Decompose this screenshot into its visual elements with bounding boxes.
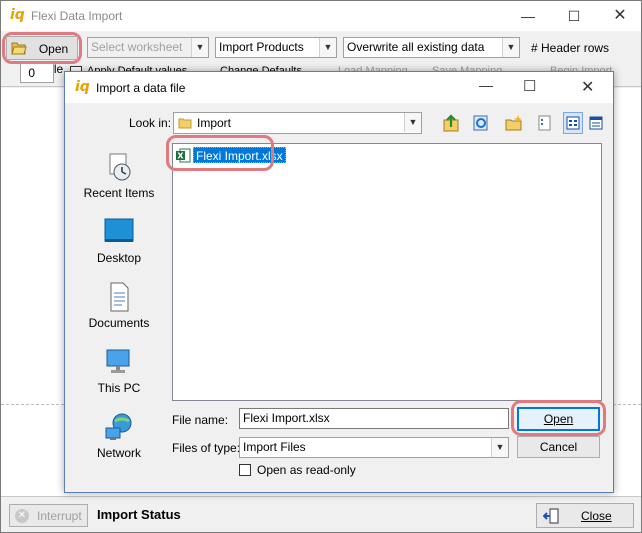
- look-in-label: Look in:: [129, 116, 172, 130]
- view-menu-icon[interactable]: [537, 114, 553, 132]
- import-type-value: Import Products: [219, 40, 304, 54]
- place-label: Network: [96, 446, 141, 460]
- chevron-down-icon: ▼: [491, 438, 508, 457]
- look-in-value: Import: [197, 116, 232, 130]
- app-title: Flexi Data Import: [31, 9, 123, 23]
- header-rows-spinner[interactable]: 0: [20, 63, 54, 83]
- exit-door-icon: [543, 508, 559, 524]
- places-bar: Recent Items Desktop Documents This PC N…: [80, 135, 158, 477]
- close-button[interactable]: Close: [536, 503, 634, 528]
- interrupt-label: Interrupt: [37, 509, 82, 523]
- place-label: Documents: [88, 316, 150, 330]
- place-label: This PC: [97, 381, 141, 395]
- recent-items-icon: [109, 153, 131, 181]
- new-folder-icon[interactable]: [505, 114, 523, 132]
- file-name-input-value: Flexi Import.xlsx: [243, 411, 330, 425]
- header-rows-value: 0: [28, 66, 35, 80]
- place-recent-items[interactable]: Recent Items: [80, 152, 158, 200]
- up-folder-icon[interactable]: [443, 114, 459, 132]
- file-type-select[interactable]: Import Files ▼: [239, 437, 509, 458]
- header-rows-label: # Header rows: [531, 41, 610, 55]
- import-mode-value: Overwrite all existing data: [347, 40, 485, 54]
- file-highlight: [166, 135, 274, 171]
- network-icon: [105, 413, 132, 440]
- chevron-down-icon: ▼: [404, 113, 421, 132]
- import-type-select[interactable]: Import Products ▼: [215, 37, 337, 58]
- worksheet-select-value: Select worksheet: [91, 40, 183, 54]
- app-logo-icon: iq: [10, 7, 25, 23]
- desktop-icon: [104, 218, 134, 242]
- list-view-icon: [566, 116, 580, 130]
- stop-icon: ✕: [15, 509, 29, 523]
- open-folder-icon: [11, 42, 27, 55]
- chevron-down-icon: ▼: [319, 38, 336, 57]
- dialog-titlebar: iq Import a data file — ☐ ✕: [65, 72, 613, 103]
- cancel-button-label: Cancel: [539, 440, 578, 454]
- file-name-label: File name:: [172, 413, 228, 427]
- file-list[interactable]: X Flexi Import.xlsx: [172, 143, 602, 401]
- place-documents[interactable]: Documents: [80, 282, 158, 330]
- chevron-down-icon: ▼: [502, 38, 519, 57]
- maximize-icon[interactable]: ☐: [551, 1, 597, 31]
- read-only-checkbox[interactable]: [239, 464, 251, 476]
- look-in-select[interactable]: Import ▼: [173, 112, 422, 134]
- cancel-button[interactable]: Cancel: [517, 436, 600, 458]
- place-label: Recent Items: [83, 186, 155, 200]
- dialog-title: Import a data file: [96, 81, 186, 95]
- import-file-dialog: iq Import a data file — ☐ ✕ Look in: Imp…: [64, 71, 614, 493]
- documents-icon: [110, 282, 129, 312]
- place-this-pc[interactable]: This PC: [80, 347, 158, 395]
- open-button[interactable]: Open: [517, 407, 600, 431]
- dialog-logo-icon: iq: [75, 79, 90, 95]
- details-view-icon[interactable]: [589, 116, 603, 130]
- import-mode-select[interactable]: Overwrite all existing data ▼: [343, 37, 520, 58]
- file-type-label: Files of type:: [172, 441, 241, 455]
- close-dialog-icon[interactable]: ✕: [581, 77, 594, 97]
- place-label: Desktop: [96, 251, 142, 265]
- minimize-icon[interactable]: —: [479, 77, 493, 93]
- maximize-icon[interactable]: ☐: [523, 77, 536, 95]
- open-file-button[interactable]: Open File: [6, 36, 78, 76]
- interrupt-button[interactable]: ✕ Interrupt: [9, 504, 88, 527]
- import-status-title: Import Status: [97, 507, 181, 522]
- file-name-label-text: File name:: [172, 413, 229, 427]
- worksheet-select[interactable]: Select worksheet ▼: [87, 37, 209, 58]
- minimize-icon[interactable]: —: [505, 1, 551, 31]
- internet-icon[interactable]: [473, 114, 489, 132]
- chevron-down-icon: ▼: [191, 38, 208, 57]
- place-desktop[interactable]: Desktop: [80, 217, 158, 265]
- place-network[interactable]: Network: [80, 412, 158, 460]
- list-view-button[interactable]: [563, 112, 583, 134]
- close-label: Close: [581, 509, 612, 523]
- folder-icon: [178, 118, 192, 129]
- close-window-icon[interactable]: ✕: [597, 1, 642, 31]
- open-button-label: Open: [543, 412, 574, 426]
- this-pc-icon: [106, 349, 130, 373]
- file-name-input[interactable]: Flexi Import.xlsx: [239, 408, 509, 429]
- file-type-value: Import Files: [243, 440, 306, 454]
- read-only-label: Open as read-only: [257, 463, 356, 477]
